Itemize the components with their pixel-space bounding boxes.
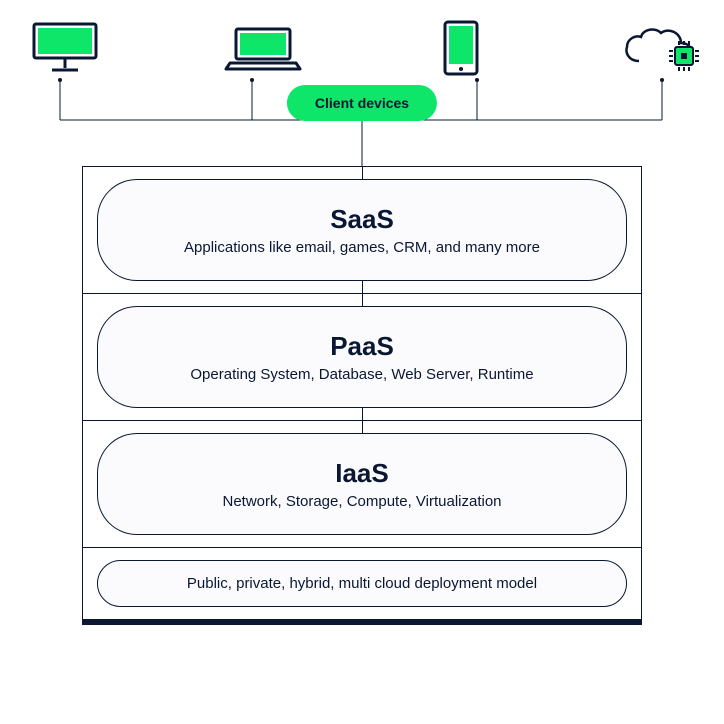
iaas-bubble: IaaS Network, Storage, Compute, Virtuali… bbox=[97, 433, 627, 535]
paas-subtitle: Operating System, Database, Web Server, … bbox=[118, 366, 606, 383]
paas-bubble: PaaS Operating System, Database, Web Ser… bbox=[97, 306, 627, 408]
service-stack: SaaS Applications like email, games, CRM… bbox=[82, 166, 642, 625]
paas-layer: PaaS Operating System, Database, Web Ser… bbox=[83, 294, 641, 421]
saas-subtitle: Applications like email, games, CRM, and… bbox=[118, 239, 606, 256]
desktop-icon bbox=[25, 20, 105, 75]
deployment-bubble: Public, private, hybrid, multi cloud dep… bbox=[97, 560, 627, 607]
saas-title: SaaS bbox=[118, 204, 606, 235]
deployment-text: Public, private, hybrid, multi cloud dep… bbox=[118, 575, 606, 592]
phone-icon bbox=[421, 20, 501, 75]
cloud-chip-icon bbox=[619, 20, 699, 75]
devices-row bbox=[0, 0, 724, 75]
laptop-icon bbox=[223, 20, 303, 75]
client-devices-label: Client devices bbox=[287, 85, 437, 121]
saas-layer: SaaS Applications like email, games, CRM… bbox=[83, 167, 641, 294]
deployment-layer: Public, private, hybrid, multi cloud dep… bbox=[83, 548, 641, 619]
iaas-subtitle: Network, Storage, Compute, Virtualizatio… bbox=[118, 493, 606, 510]
paas-title: PaaS bbox=[118, 331, 606, 362]
iaas-title: IaaS bbox=[118, 458, 606, 489]
iaas-layer: IaaS Network, Storage, Compute, Virtuali… bbox=[83, 421, 641, 548]
saas-bubble: SaaS Applications like email, games, CRM… bbox=[97, 179, 627, 281]
